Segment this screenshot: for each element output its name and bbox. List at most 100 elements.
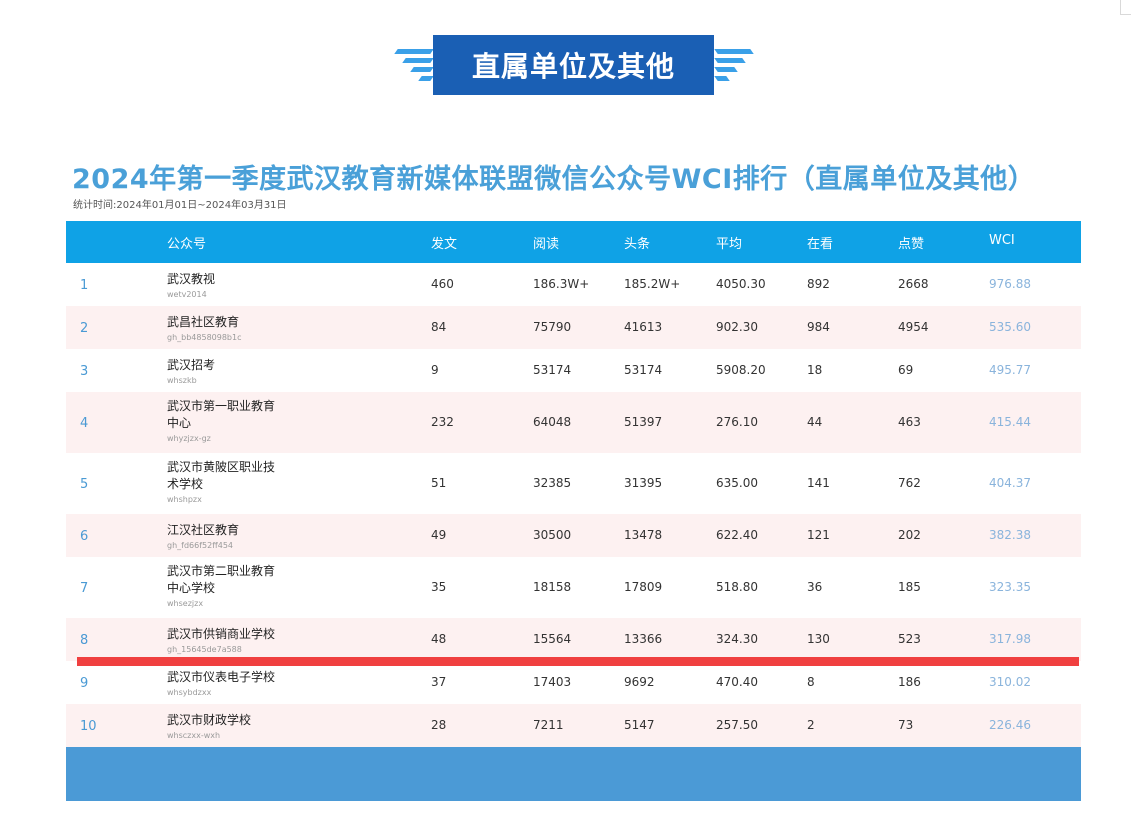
row-likes: 185 (898, 580, 921, 594)
row-headline: 53174 (624, 363, 663, 377)
row-watching: 44 (807, 415, 823, 429)
row-average: 622.40 (716, 528, 758, 542)
row-rank: 3 (80, 364, 89, 379)
row-watching: 8 (807, 675, 815, 689)
row-headline: 9692 (624, 675, 655, 689)
row-account-name: 武汉市第一职业教育 (167, 399, 276, 413)
row-posts: 28 (431, 718, 447, 732)
row-rank: 1 (80, 278, 89, 293)
row-likes: 523 (898, 632, 921, 646)
row-posts: 9 (431, 363, 439, 377)
row-account-id: whszkb (167, 376, 197, 385)
row-headline: 13366 (624, 632, 663, 646)
row-account-name: 江汉社区教育 (167, 523, 240, 537)
row-posts: 232 (431, 415, 454, 429)
row-average: 470.40 (716, 675, 758, 689)
table-row: 3 武汉招考 whszkb 9 53174 53174 5908.20 18 69 495.77 (66, 349, 1081, 392)
row-average: 4050.30 (716, 277, 766, 291)
row-account-name: 武汉市仪表电子学校 (167, 670, 276, 684)
header-watching: 在看 (807, 237, 834, 252)
row-watching: 141 (807, 476, 830, 490)
section-banner: 直属单位及其他 (394, 35, 754, 95)
table-body: 1 武汉教视 wetv2014 460 186.3W+ 185.2W+ 4050.30 892… (66, 263, 1081, 747)
row-rank: 7 (80, 581, 89, 596)
table-row: 2 武昌社区教育 gh_bb4858098b1c 84 75790 41613 902.30… (66, 306, 1081, 349)
table-row: 4 武汉市第一职业教育 中心 whyzjzx-gz 232 64048 51397 276.1… (66, 392, 1081, 453)
row-wci: 404.37 (989, 476, 1031, 490)
row-average: 257.50 (716, 718, 758, 732)
row-account-name: 武汉教视 (167, 272, 216, 286)
row-wci: 976.88 (989, 277, 1031, 291)
row-likes: 762 (898, 476, 921, 490)
row-watching: 892 (807, 277, 830, 291)
row-posts: 84 (431, 320, 447, 334)
table-row: 7 武汉市第二职业教育 中心学校 whsezjzx 35 18158 17809 518.80… (66, 557, 1081, 618)
row-wci: 535.60 (989, 320, 1031, 334)
row-headline: 5147 (624, 718, 655, 732)
row-watching: 130 (807, 632, 830, 646)
row-average: 5908.20 (716, 363, 766, 377)
row-likes: 69 (898, 363, 914, 377)
row-wci: 317.98 (989, 632, 1031, 646)
header-wci: WCI (989, 233, 1015, 248)
banner-wing-left-icon (394, 49, 434, 81)
row-reads: 75790 (533, 320, 572, 334)
row-wci: 310.02 (989, 675, 1031, 689)
row-headline: 31395 (624, 476, 663, 490)
row-account-id: gh_bb4858098b1c (167, 333, 242, 342)
row-account-name: 武昌社区教育 (167, 315, 240, 329)
row-watching: 984 (807, 320, 830, 334)
row-posts: 460 (431, 277, 454, 291)
row-average: 902.30 (716, 320, 758, 334)
row-account-id: whsezjzx (167, 599, 204, 608)
row-headline: 17809 (624, 580, 663, 594)
row-likes: 73 (898, 718, 914, 732)
table-row: 9 武汉市仪表电子学校 whsybdzxx 37 17403 9692 470.40 8 186… (66, 661, 1081, 704)
row-watching: 18 (807, 363, 823, 377)
header-reads: 阅读 (533, 237, 560, 252)
header-average: 平均 (716, 237, 743, 252)
row-account-name: 武汉招考 (167, 358, 216, 372)
table-row: 5 武汉市黄陂区职业技 术学校 whshpzx 51 32385 31395 635.00 14… (66, 453, 1081, 514)
row-account-id: gh_15645de7a588 (167, 645, 242, 654)
row-reads: 186.3W+ (533, 277, 590, 291)
row-likes: 463 (898, 415, 921, 429)
row-account-id: whshpzx (167, 495, 202, 504)
row-posts: 37 (431, 675, 447, 689)
row-wci: 415.44 (989, 415, 1031, 429)
highlight-line (77, 657, 1079, 666)
row-account-name: 中心学校 (167, 581, 216, 595)
row-average: 518.80 (716, 580, 758, 594)
row-headline: 51397 (624, 415, 663, 429)
row-reads: 18158 (533, 580, 572, 594)
row-posts: 49 (431, 528, 447, 542)
row-likes: 4954 (898, 320, 929, 334)
row-average: 324.30 (716, 632, 758, 646)
row-headline: 13478 (624, 528, 663, 542)
row-account-name: 武汉市第二职业教育 (167, 564, 276, 578)
corner-mark (1120, 0, 1131, 15)
stat-period: 统计时间:2024年01月01日~2024年03月31日 (73, 200, 287, 211)
row-likes: 186 (898, 675, 921, 689)
table-row: 10 武汉市财政学校 whsczxx-wxh 28 7211 5147 257.50 2 73 2… (66, 704, 1081, 747)
row-reads: 17403 (533, 675, 572, 689)
ranking-table: 公众号 发文 阅读 头条 平均 在看 点赞 WCI 1 武汉教视 wetv2014 4… (66, 221, 1081, 801)
table-row: 8 武汉市供销商业学校 gh_15645de7a588 48 15564 13366 324… (66, 618, 1081, 661)
row-reads: 15564 (533, 632, 572, 646)
banner-wing-right-icon (714, 49, 754, 81)
row-rank: 10 (80, 719, 97, 734)
banner-title: 直属单位及其他 (433, 35, 714, 95)
row-wci: 323.35 (989, 580, 1031, 594)
row-account-id: wetv2014 (167, 290, 207, 299)
row-rank: 4 (80, 416, 89, 431)
row-wci: 495.77 (989, 363, 1031, 377)
row-rank: 2 (80, 321, 89, 336)
header-likes: 点赞 (898, 237, 925, 252)
header-headline: 头条 (624, 237, 651, 252)
table-row: 6 江汉社区教育 gh_fd66f52ff454 49 30500 13478 622.40… (66, 514, 1081, 557)
row-likes: 202 (898, 528, 921, 542)
row-likes: 2668 (898, 277, 929, 291)
row-reads: 7211 (533, 718, 564, 732)
row-account-name: 武汉市供销商业学校 (167, 627, 276, 641)
row-wci: 226.46 (989, 718, 1031, 732)
